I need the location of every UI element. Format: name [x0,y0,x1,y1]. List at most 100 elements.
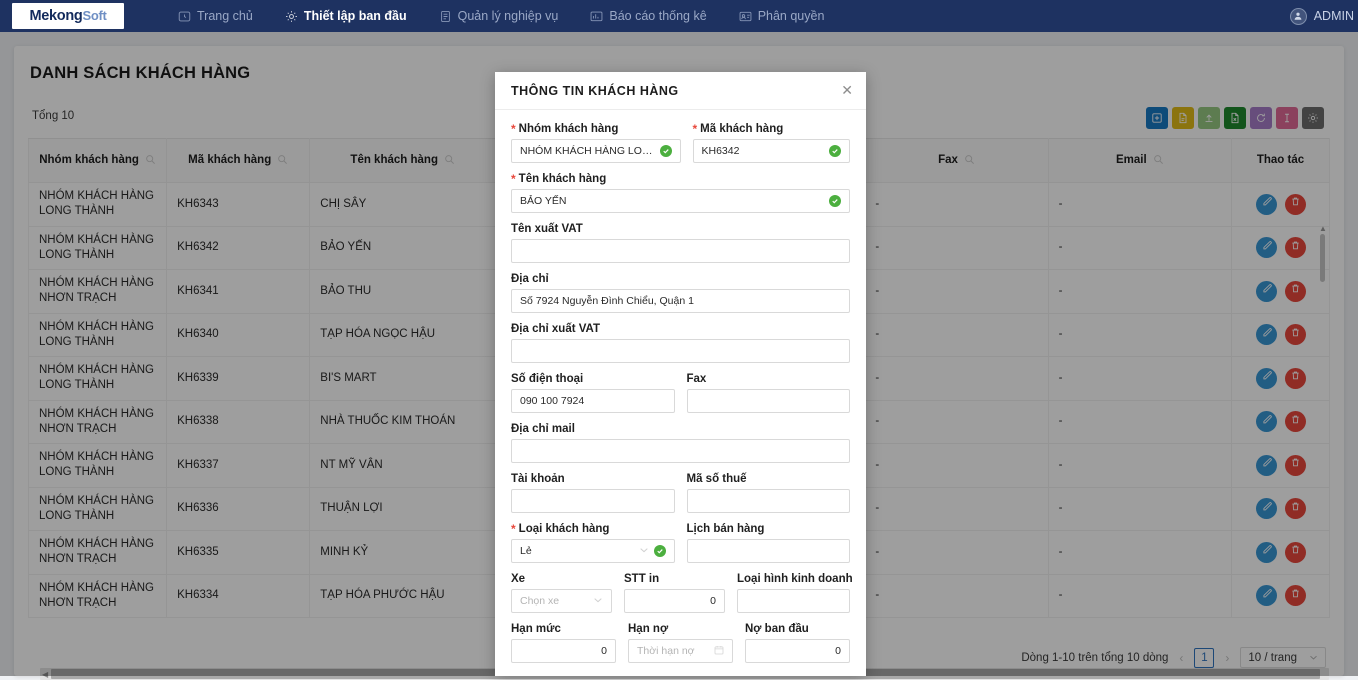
field-debt_term-input[interactable]: Thời hạn nợ [628,639,733,663]
app-logo[interactable]: MekongSoft [12,3,124,29]
nav-item-label: Quản lý nghiệp vụ [457,9,559,23]
user-name-label: ADMIN [1313,9,1354,23]
field-mail-input[interactable] [511,439,850,463]
field-customer_type-value: Lẻ [520,545,532,557]
label-text: Số điện thoại [511,373,584,385]
field-customer_code-value: KH6342 [701,145,740,157]
field-phone-input[interactable]: 090 100 7924 [511,389,675,413]
valid-check-icon [659,145,672,157]
valid-check-icon [829,195,841,207]
field-mail-label: Địa chỉ mail [511,423,850,435]
modal-header: THÔNG TIN KHÁCH HÀNG ✕ [495,72,866,110]
nav-item-3[interactable]: Quản lý nghiệp vụ [423,0,575,32]
field-customer_code-input[interactable]: KH6342 [692,139,850,163]
field-customer_group-label: * Nhóm khách hàng [511,123,681,135]
chevron-down-icon[interactable] [593,595,603,608]
field-phone-value: 090 100 7924 [520,395,585,407]
label-text: Nhóm khách hàng [518,123,619,135]
field-customer_group-value: NHÓM KHÁCH HÀNG LON... [520,145,655,157]
field-customer_name-input[interactable]: BẢO YẾN [511,189,850,213]
field-vat_name: Tên xuất VAT [511,223,850,263]
nav-item-label: Phân quyền [757,9,825,23]
field-initial_debt: Nợ ban đầu 0 [745,623,850,663]
label-text: Hạn mức [511,623,561,635]
field-vat_name-label: Tên xuất VAT [511,223,850,235]
label-text: Địa chỉ mail [511,423,575,435]
field-customer_code: * Mã khách hàng KH6342 [692,123,851,163]
field-fax-input[interactable] [686,389,850,413]
label-text: Hạn nợ [628,623,669,635]
field-account-input[interactable] [511,489,675,513]
field-credit_limit-input[interactable]: 0 [511,639,616,663]
label-text: Địa chỉ [511,273,549,285]
label-text: Fax [686,373,707,385]
field-credit_limit-label: Hạn mức [511,623,616,635]
close-icon[interactable]: ✕ [841,83,853,97]
field-customer_code-label: * Mã khách hàng [693,123,851,135]
field-customer_name-label: * Tên khách hàng [511,173,850,185]
field-debt_term-value: Thời hạn nợ [637,645,695,657]
label-text: Tên khách hàng [518,173,607,185]
label-text: Tài khoản [511,473,565,485]
nav-item-4[interactable]: Báo cáo thống kê [574,0,722,32]
field-vehicle-input[interactable]: Chọn xe [511,589,612,613]
nav-item-1[interactable]: Trang chủ [162,0,269,32]
id-card-icon [739,10,752,23]
customer-info-modal: THÔNG TIN KHÁCH HÀNG ✕ * Nhóm khách hàng N… [495,72,866,676]
home-clock-icon [178,10,191,23]
nav-menu: Trang chủ Thiết lập ban đầu Quản lý nghiệp… [162,0,840,32]
gear-icon [285,10,298,23]
field-address-value: Số 7924 Nguyễn Đình Chiểu, Quận 1 [520,295,694,307]
field-mail: Địa chỉ mail [511,423,850,463]
label-text: Loại hình kinh doanh [737,573,853,585]
nav-item-label: Thiết lập ban đầu [303,9,407,23]
chart-report-icon [590,10,603,23]
field-customer_type-input[interactable]: Lẻ [511,539,675,563]
calendar-icon[interactable] [714,645,724,658]
label-text: Nợ ban đầu [745,623,809,635]
field-credit_limit-value: 0 [601,645,607,657]
chevron-down-icon[interactable] [639,545,649,558]
nav-item-2[interactable]: Thiết lập ban đầu [269,0,423,32]
field-account-label: Tài khoản [511,473,675,485]
field-sales_schedule: Lịch bán hàng [686,523,850,563]
field-vat_name-input[interactable] [511,239,850,263]
field-customer_group-input[interactable]: NHÓM KHÁCH HÀNG LON... [511,139,681,163]
valid-check-icon [653,545,666,557]
label-text: Tên xuất VAT [511,223,583,235]
modal-title: THÔNG TIN KHÁCH HÀNG [511,83,679,98]
nav-item-label: Trang chủ [197,9,253,23]
field-print_order-input[interactable]: 0 [624,589,725,613]
field-credit_limit: Hạn mức 0 [511,623,616,663]
required-marker-icon: * [511,172,516,186]
label-text: Mã khách hàng [700,123,784,135]
required-marker-icon: * [511,522,516,536]
field-business_type-input[interactable] [737,589,850,613]
field-address-label: Địa chỉ [511,273,850,285]
logo-primary-text: Mekong [29,8,83,24]
field-print_order-value: 0 [710,595,716,607]
clipboard-icon [439,10,452,23]
field-address-input[interactable]: Số 7924 Nguyễn Đình Chiểu, Quận 1 [511,289,850,313]
avatar [1289,7,1307,25]
top-navigation-bar: MekongSoft Trang chủ Thiết lập ban đầu Quả… [0,0,1358,32]
label-text: Địa chỉ xuất VAT [511,323,601,335]
field-tax_code-input[interactable] [686,489,850,513]
field-vehicle: Xe Chọn xe [511,573,612,613]
field-debt_term-label: Hạn nợ [628,623,733,635]
field-tax_code: Mã số thuế [686,473,851,513]
field-customer_group: * Nhóm khách hàng NHÓM KHÁCH HÀNG LON... [511,123,681,163]
nav-item-5[interactable]: Phân quyền [723,0,841,32]
field-initial_debt-input[interactable]: 0 [745,639,850,663]
field-sales_schedule-input[interactable] [686,539,850,563]
field-fax: Fax [686,373,850,413]
field-customer_name: * Tên khách hàng BẢO YẾN [511,173,850,213]
user-menu[interactable]: ADMIN [1289,0,1358,32]
field-account: Tài khoản [511,473,675,513]
required-marker-icon: * [692,122,698,136]
field-initial_debt-label: Nợ ban đầu [745,623,850,635]
field-vat_address-input[interactable] [511,339,850,363]
label-text: Loại khách hàng [518,523,610,535]
logo-secondary-text: Soft [82,8,107,23]
field-tax_code-label: Mã số thuế [687,473,851,485]
